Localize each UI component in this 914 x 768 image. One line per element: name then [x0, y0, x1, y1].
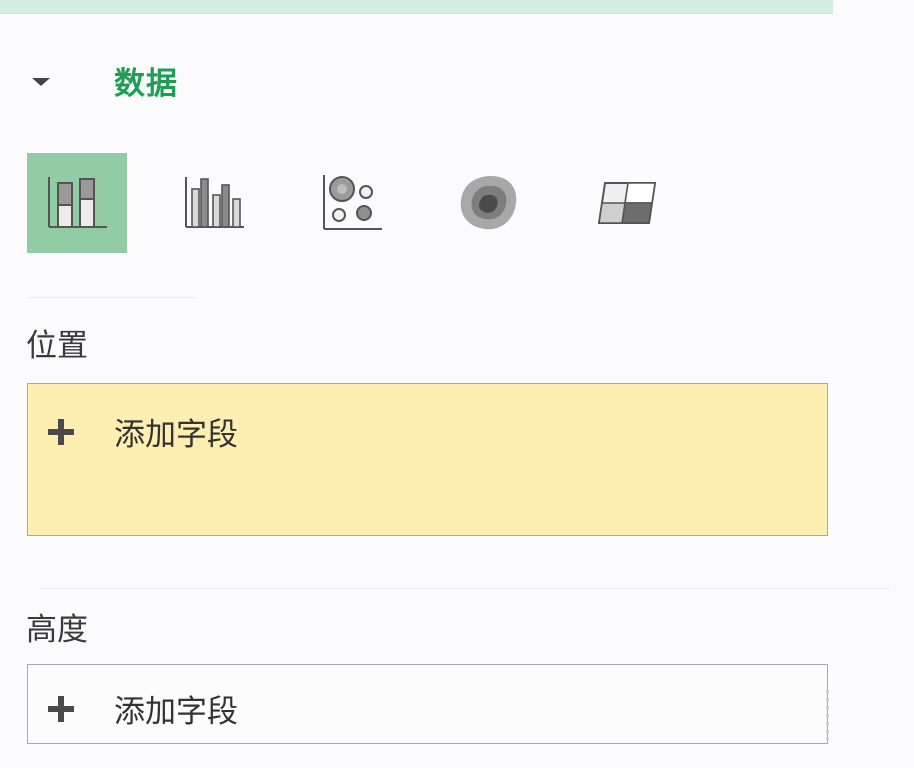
- caret-down-icon[interactable]: [32, 78, 50, 86]
- stacked-column-chart-button[interactable]: [27, 153, 127, 253]
- region-shading-icon: [597, 182, 657, 224]
- add-field-label: 添加字段: [114, 417, 238, 453]
- data-section-header[interactable]: 数据: [28, 56, 428, 104]
- stacked-column-chart-icon: [48, 177, 107, 228]
- add-location-field-button[interactable]: 添加字段: [48, 409, 238, 454]
- plus-icon: [48, 695, 74, 722]
- top-strip: [0, 0, 833, 14]
- divider: [40, 588, 890, 589]
- scrollbar-hint: [826, 690, 829, 740]
- heat-map-button[interactable]: [439, 153, 539, 253]
- clustered-column-chart-icon: [185, 177, 244, 228]
- add-height-field-button[interactable]: 添加字段: [48, 686, 238, 731]
- location-label: 位置: [26, 328, 88, 364]
- visual-type-row: [27, 153, 717, 253]
- region-shading-button[interactable]: [577, 153, 677, 253]
- height-field-well[interactable]: 添加字段: [27, 664, 828, 744]
- height-label: 高度: [26, 612, 88, 648]
- heat-map-icon: [460, 175, 517, 230]
- plus-icon: [48, 418, 74, 445]
- divider: [27, 297, 197, 298]
- section-title: 数据: [114, 65, 178, 102]
- bubble-chart-button[interactable]: [302, 153, 402, 253]
- location-field-well[interactable]: 添加字段: [27, 383, 828, 536]
- bubble-chart-icon: [323, 175, 382, 230]
- clustered-column-chart-button[interactable]: [164, 153, 264, 253]
- add-field-label: 添加字段: [114, 694, 238, 730]
